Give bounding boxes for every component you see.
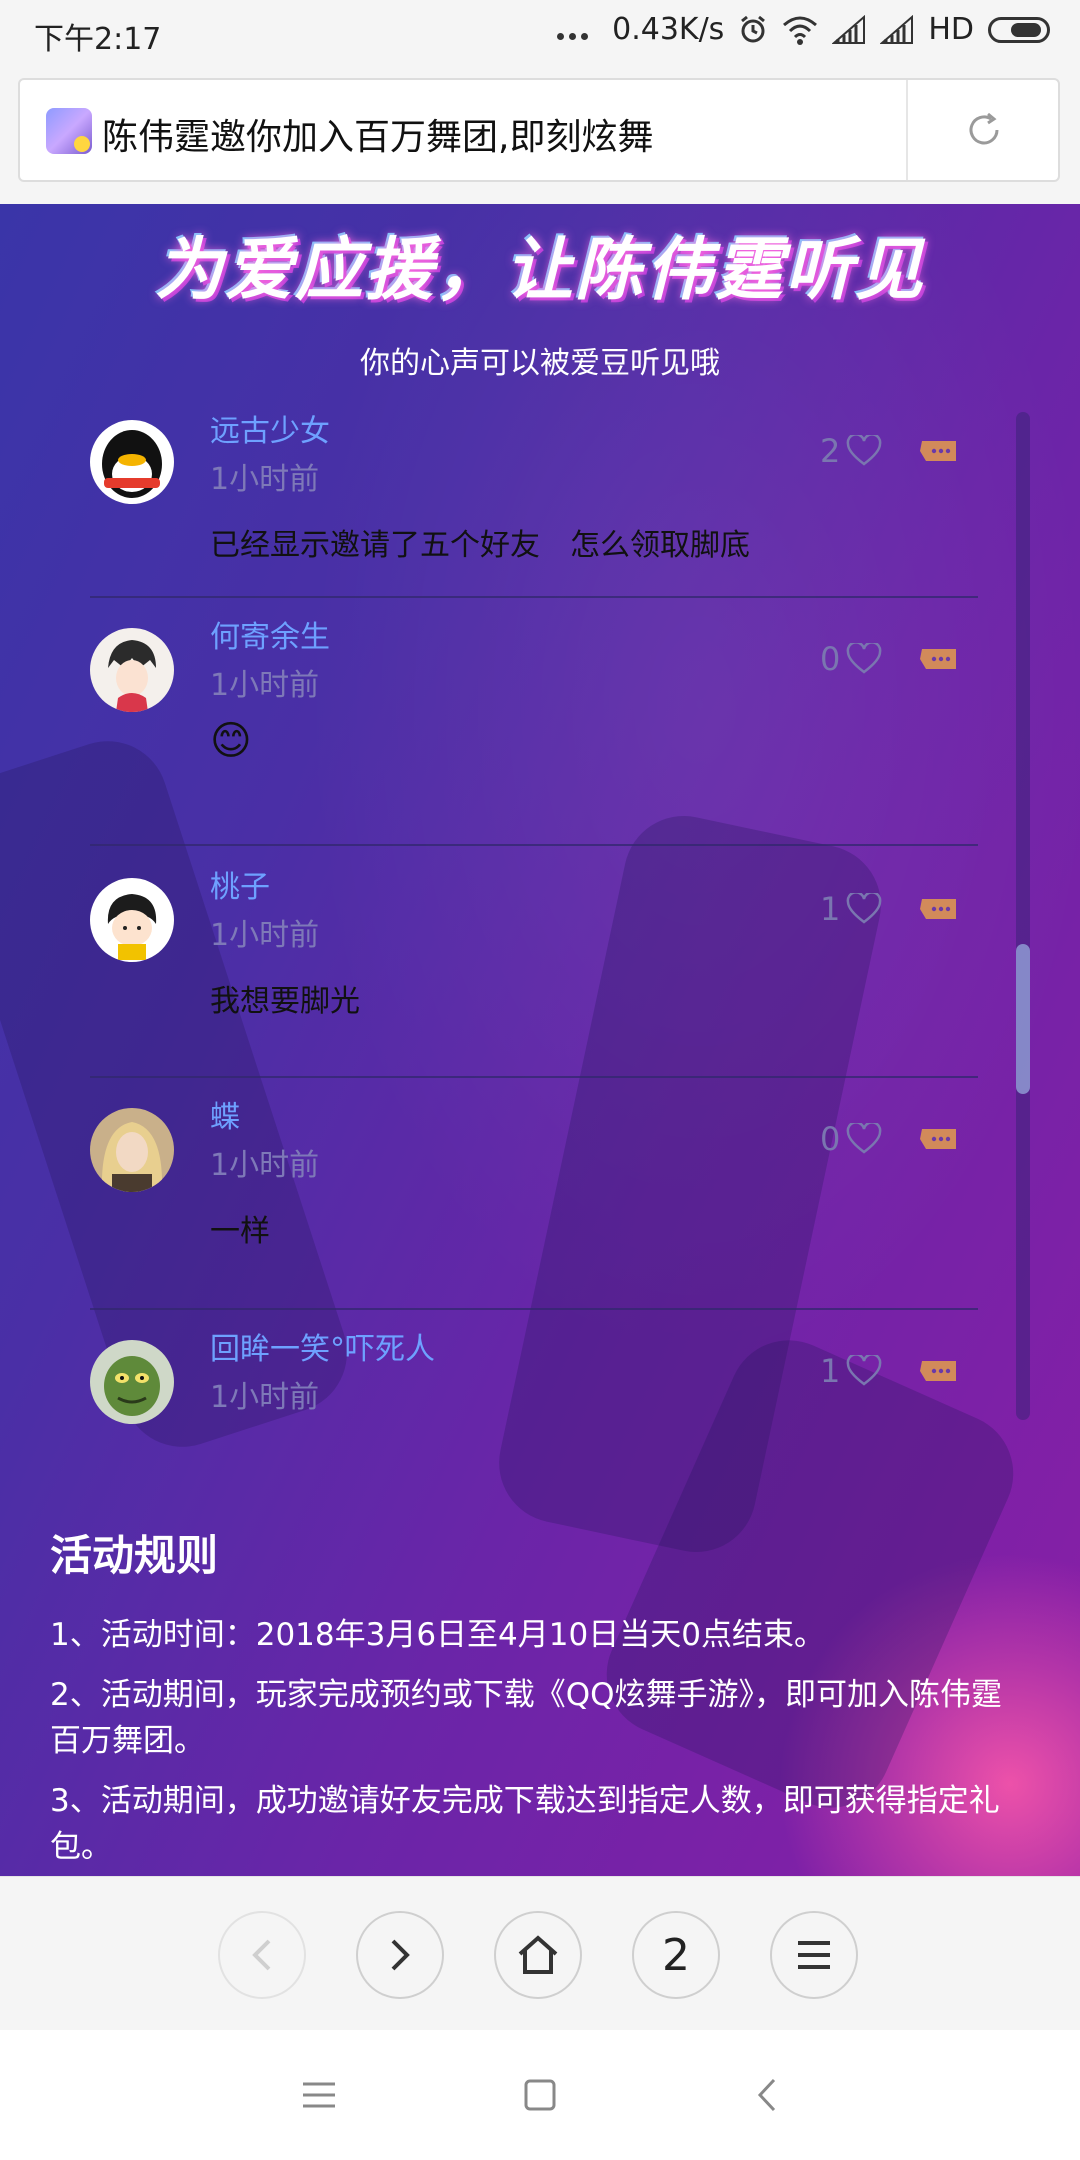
alarm-icon [741, 15, 766, 42]
like-count: 2 [820, 432, 841, 470]
comment-text: 已经显示邀请了五个好友 怎么领取脚底 [210, 528, 750, 563]
heart-icon [847, 1123, 882, 1154]
comment-text: 一样 [210, 1214, 270, 1249]
menu-icon [798, 1941, 830, 1969]
home-icon [518, 1935, 558, 1974]
recent-apps-icon [303, 2082, 335, 2108]
like-count: 0 [820, 1120, 841, 1158]
recent-apps-button[interactable] [294, 2070, 344, 2120]
forward-button[interactable] [356, 1911, 444, 1999]
rule-item: 3、活动期间，成功邀请好友完成下载达到指定人数，即可获得指定礼包。 [50, 1783, 1000, 1865]
comment-item: 远古少女 1小时前 已经显示邀请了五个好友 怎么领取脚底 2 [90, 410, 978, 598]
reply-icon[interactable] [918, 646, 958, 672]
comment-time: 1小时前 [210, 462, 320, 497]
rule-item: 2、活动期间，玩家完成预约或下载《QQ炫舞手游》，即可加入陈伟霆百万舞团。 [50, 1677, 1003, 1759]
back-icon [252, 1939, 271, 1971]
home-button[interactable] [494, 1911, 582, 1999]
signal-icon [880, 14, 914, 44]
reply-icon[interactable] [918, 896, 958, 922]
url-bar[interactable]: 陈伟霆邀你加入百万舞团,即刻炫舞 [18, 78, 1060, 182]
banner-subtitle: 你的心声可以被爱豆听见哦 [360, 346, 720, 381]
like-count: 1 [820, 1352, 841, 1390]
comment-author[interactable]: 何寄余生 [210, 612, 330, 656]
comment-time: 1小时前 [210, 1148, 320, 1183]
more-dots-icon [557, 19, 589, 40]
scrollbar-thumb[interactable] [1016, 944, 1030, 1094]
tabs-button[interactable]: 2 [632, 1911, 720, 1999]
avatar[interactable] [90, 1108, 174, 1192]
comment-item: 回眸一笑°吓死人 1小时前 1 [90, 1310, 978, 1426]
avatar[interactable] [90, 878, 174, 962]
forward-icon [391, 1939, 410, 1971]
square-home-icon [524, 2079, 556, 2111]
back-button[interactable] [218, 1911, 306, 1999]
comment-author[interactable]: 远古少女 [210, 410, 330, 450]
comment-text: 😊 [210, 718, 252, 764]
back-arrow-icon [757, 2078, 776, 2112]
avatar[interactable] [90, 1340, 174, 1424]
reply-icon[interactable] [918, 1126, 958, 1152]
like-button[interactable]: 0 [820, 640, 882, 678]
comment-text: 我想要脚光 [210, 984, 360, 1019]
status-indicators: 0.43K/s HD [557, 12, 1050, 47]
reload-icon [969, 112, 999, 145]
comment-author[interactable]: 回眸一笑°吓死人 [210, 1324, 435, 1368]
avatar[interactable] [90, 628, 174, 712]
comment-item: 蝶 1小时前 一样 0 [90, 1078, 978, 1310]
home-nav-button[interactable] [515, 2070, 565, 2120]
comment-item: 何寄余生 1小时前 😊 0 [90, 596, 978, 846]
reply-icon[interactable] [918, 1358, 958, 1384]
avatar[interactable] [90, 420, 174, 504]
heart-icon [847, 643, 882, 674]
comment-author[interactable]: 桃子 [210, 862, 270, 906]
comment-time: 1小时前 [210, 918, 320, 953]
site-favicon-icon [46, 108, 92, 154]
heart-icon [847, 435, 882, 466]
system-nav-bar [0, 2030, 1080, 2160]
menu-button[interactable] [770, 1911, 858, 1999]
comment-item: 桃子 1小时前 我想要脚光 1 [90, 846, 978, 1078]
tab-count: 2 [662, 1929, 690, 1981]
web-page[interactable]: 为爱应援，让陈伟霆听见 你的心声可以被爱豆听见哦 远古少女 1小时前 已经显示邀… [0, 204, 1080, 1876]
banner-title: 为爱应援，让陈伟霆听见 [154, 231, 925, 310]
browser-toolbar: 2 [0, 1876, 1080, 2031]
like-button[interactable]: 1 [820, 1352, 882, 1390]
wifi-icon [783, 16, 818, 45]
signal-hd-label: HD [928, 12, 974, 47]
reply-icon[interactable] [918, 438, 958, 464]
comment-author[interactable]: 蝶 [210, 1092, 240, 1136]
heart-icon [847, 1355, 882, 1386]
signal-icon [832, 14, 866, 44]
comment-time: 1小时前 [210, 1380, 320, 1415]
comment-time: 1小时前 [210, 668, 320, 703]
rule-item: 1、活动时间：2018年3月6日至4月10日当天0点结束。 [50, 1617, 825, 1653]
reload-button[interactable] [908, 80, 1060, 180]
like-count: 0 [820, 640, 841, 678]
status-time: 下午2:17 [34, 22, 162, 57]
like-button[interactable]: 1 [820, 890, 882, 928]
like-button[interactable]: 0 [820, 1120, 882, 1158]
network-speed: 0.43K/s [612, 12, 725, 47]
status-bar: 下午2:17 0.43K/s HD [0, 0, 1080, 66]
rules-title: 活动规则 [50, 1531, 219, 1580]
comment-scrollbar[interactable] [1016, 412, 1030, 1420]
battery-icon [988, 16, 1050, 43]
page-title[interactable]: 陈伟霆邀你加入百万舞团,即刻炫舞 [102, 108, 653, 160]
like-button[interactable]: 2 [820, 432, 882, 470]
like-count: 1 [820, 890, 841, 928]
comment-list[interactable]: 远古少女 1小时前 已经显示邀请了五个好友 怎么领取脚底 2 何寄余生 1小时前… [0, 410, 1080, 1426]
back-nav-button[interactable] [742, 2070, 792, 2120]
heart-icon [847, 893, 882, 924]
